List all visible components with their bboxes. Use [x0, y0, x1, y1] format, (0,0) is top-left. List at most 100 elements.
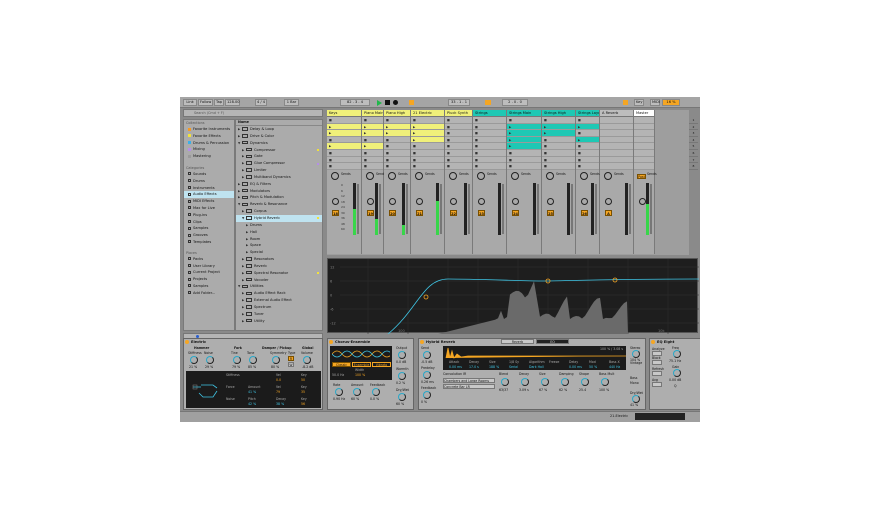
highpass-value[interactable]: 50.0 Hz: [332, 373, 344, 377]
pan-knob[interactable]: [581, 198, 588, 205]
draw-mode-icon[interactable]: [409, 100, 414, 105]
clip-slot[interactable]: ■: [507, 149, 541, 157]
clip-slot[interactable]: [600, 163, 633, 170]
clip-slot[interactable]: ■: [473, 130, 506, 137]
clip-slot[interactable]: ■: [384, 136, 410, 144]
volume-fader[interactable]: [629, 184, 631, 234]
clip[interactable]: ▶: [507, 123, 541, 131]
clip[interactable]: ▶: [362, 143, 383, 150]
track-activator-button[interactable]: 18: [332, 210, 339, 216]
category-item[interactable]: Instruments: [184, 185, 234, 192]
clip-slot[interactable]: ■: [445, 117, 472, 124]
clip-slot[interactable]: ■: [473, 117, 506, 124]
knob[interactable]: [249, 356, 257, 364]
send-knob[interactable]: [415, 172, 423, 180]
clip-slot[interactable]: [634, 163, 654, 170]
clip[interactable]: ▶: [576, 123, 599, 131]
send-knob[interactable]: [580, 172, 588, 180]
place-item[interactable]: Packs: [184, 256, 234, 263]
browser-item[interactable]: ▶ Resonators: [236, 256, 322, 263]
clip[interactable]: ▶: [507, 136, 541, 144]
clip[interactable]: ▶: [542, 123, 575, 131]
track-header[interactable]: Strings Main: [507, 110, 541, 117]
clip-slot[interactable]: ■: [384, 163, 410, 170]
send-knob[interactable]: [388, 172, 396, 180]
tap-button[interactable]: Tap: [214, 99, 224, 106]
browser-item[interactable]: ▶ Delay & Loop: [236, 126, 322, 133]
volume-fader[interactable]: [502, 184, 504, 234]
clip-slot[interactable]: [634, 130, 654, 137]
post-button[interactable]: Post: [637, 174, 646, 179]
clip-slot[interactable]: ■: [411, 156, 444, 164]
browser-item[interactable]: ▶ EQ & Filters: [236, 181, 322, 188]
pan-knob[interactable]: [605, 198, 612, 205]
pan-knob[interactable]: [547, 198, 554, 205]
clip-slot[interactable]: [600, 117, 633, 124]
track-header[interactable]: Strings: [473, 110, 506, 117]
clip-slot[interactable]: ■: [542, 163, 575, 170]
mode-vibrato-button[interactable]: Vibrato: [372, 362, 391, 367]
clip-slot[interactable]: ■: [411, 163, 444, 170]
loop-start[interactable]: 33 . 1 . 1: [448, 99, 470, 106]
record-icon[interactable]: [393, 100, 398, 105]
track-activator-button[interactable]: 24: [512, 210, 519, 216]
track-header[interactable]: Piano High: [384, 110, 410, 117]
key-button[interactable]: Key: [634, 99, 644, 106]
clip-slot[interactable]: [634, 117, 654, 124]
track-activator-button[interactable]: 20: [389, 210, 396, 216]
browser-item[interactable]: ▶ Room: [236, 236, 322, 243]
clip-slot[interactable]: ■: [576, 117, 599, 124]
browser-item[interactable]: ▶ Spectral Resonator: [236, 270, 322, 277]
clip-slot[interactable]: [600, 123, 633, 131]
clip-slot[interactable]: ■: [445, 130, 472, 137]
clip-slot[interactable]: [600, 149, 633, 157]
knob[interactable]: [398, 372, 406, 380]
place-item[interactable]: Add Folder...: [184, 290, 234, 297]
quantize-select[interactable]: 1 Bar: [284, 99, 299, 106]
track-header[interactable]: Keys: [327, 110, 361, 117]
clip-slot[interactable]: ■: [411, 149, 444, 157]
category-item[interactable]: MIDI Effects: [184, 198, 234, 205]
device-power-icon[interactable]: [185, 340, 189, 344]
param-value[interactable]: 0.00 ms: [449, 365, 462, 369]
volume-fader[interactable]: [537, 184, 539, 234]
knob[interactable]: [521, 378, 529, 386]
clip-slot[interactable]: ■: [327, 117, 361, 124]
browser-item[interactable]: ▶ Drive & Color: [236, 133, 322, 140]
play-icon[interactable]: [377, 100, 382, 106]
place-item[interactable]: Samples: [184, 283, 234, 290]
pan-knob[interactable]: [389, 198, 396, 205]
category-item[interactable]: Max for Live: [184, 205, 234, 212]
device-power-icon[interactable]: [329, 340, 333, 344]
browser-item[interactable]: ▼ Reverb & Resonance: [236, 201, 322, 208]
knob[interactable]: [372, 388, 380, 396]
key-value[interactable]: 50: [301, 378, 305, 382]
category-item[interactable]: Grooves: [184, 232, 234, 239]
key-map-icon[interactable]: [623, 100, 628, 105]
refresh-toggle[interactable]: [652, 371, 662, 376]
browser-item[interactable]: ▶ Utility: [236, 318, 322, 325]
browser-item[interactable]: ▶ Special: [236, 249, 322, 256]
width-value[interactable]: 100 %: [355, 373, 365, 377]
browser-item[interactable]: ▶ External Audio Effect: [236, 297, 322, 304]
avg-toggle[interactable]: [652, 382, 662, 387]
clip-slot[interactable]: ■: [473, 149, 506, 157]
clip[interactable]: ▶: [384, 130, 410, 137]
collection-item[interactable]: Favorite Instruments: [184, 126, 234, 133]
clip[interactable]: ▶: [362, 123, 383, 131]
collection-item[interactable]: Favorite Effects: [184, 133, 234, 140]
clip-slot[interactable]: ■: [473, 156, 506, 164]
param-value[interactable]: 50 %: [589, 365, 597, 369]
knob[interactable]: [272, 356, 280, 364]
clip-slot[interactable]: ■: [362, 149, 383, 157]
clip-slot[interactable]: ■: [362, 156, 383, 164]
browser-item[interactable]: ▼ Dynamics: [236, 140, 322, 147]
midi-button[interactable]: MIDI: [650, 99, 660, 106]
clip-slot[interactable]: ■: [445, 136, 472, 144]
knob[interactable]: [398, 351, 406, 359]
param-value[interactable]: 17.0 s: [469, 365, 479, 369]
clip[interactable]: ▶: [411, 123, 444, 131]
scene-launch-button[interactable]: 4: [689, 137, 698, 144]
knob[interactable]: [353, 388, 361, 396]
pan-knob[interactable]: [367, 198, 374, 205]
